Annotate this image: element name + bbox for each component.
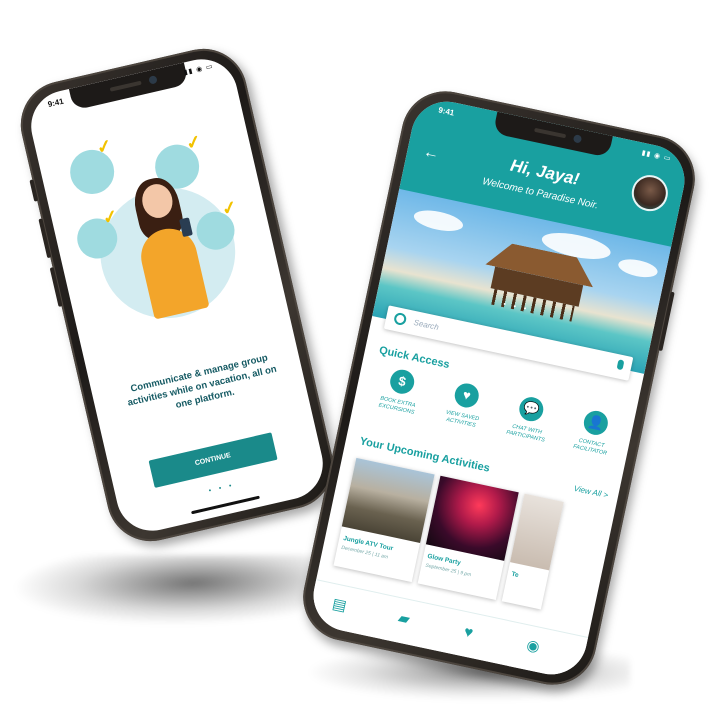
- microphone-icon[interactable]: [616, 359, 625, 371]
- left-phone-shadow: [0, 555, 327, 625]
- left-phone: 9:41 ▮▮ ◉ ▭ ✓ ✓ ✓ ✓ Communicate & manage…: [12, 40, 342, 550]
- status-time: 9:41: [46, 96, 65, 110]
- profile-icon[interactable]: ◉: [523, 637, 542, 656]
- chat-icon: 💬: [517, 394, 546, 424]
- notch: [68, 62, 189, 111]
- person-icon: 👤: [581, 408, 611, 438]
- quick-access-label: VIEW SAVED ACTIVITIES: [445, 409, 480, 429]
- quick-access-saved-activities[interactable]: ♥ VIEW SAVED ACTIVITIES: [432, 378, 498, 433]
- chat-icon[interactable]: ▰: [394, 609, 413, 629]
- dollar-icon: $: [387, 367, 417, 396]
- status-icons: ▮▮ ◉ ▭: [183, 63, 215, 77]
- checkmark-icon: ✓: [219, 196, 239, 220]
- quick-access-label: BOOK EXTRA EXCURSIONS: [377, 395, 416, 416]
- volume-down-button: [49, 267, 63, 307]
- volume-up-button: [38, 218, 52, 259]
- quick-access-chat[interactable]: 💬 CHAT WITH PARTICIPANTS: [496, 391, 562, 446]
- view-all-link[interactable]: View All >: [573, 484, 609, 500]
- home-screen: 9:41 ▮▮ ◉ ▭ ← Hi, Jaya! Welcome to Parad…: [306, 95, 692, 681]
- quick-access-contact-facilitator[interactable]: 👤 CONTACT FACILITATOR: [561, 405, 627, 460]
- activity-card[interactable]: Glow Party September 25 | 9 pm: [417, 475, 519, 600]
- quick-access-book-excursions[interactable]: $ BOOK EXTRA EXCURSIONS: [367, 364, 433, 419]
- mockup-scene: 9:41 ▮▮ ◉ ▭ ✓ ✓ ✓ ✓ Communicate & manage…: [0, 0, 710, 710]
- onboarding-screen: 9:41 ▮▮ ◉ ▭ ✓ ✓ ✓ ✓ Communicate & manage…: [24, 52, 330, 538]
- right-phone: 9:41 ▮▮ ◉ ▭ ← Hi, Jaya! Welcome to Parad…: [295, 83, 703, 693]
- activity-image: [425, 475, 519, 561]
- activity-image: [510, 493, 564, 571]
- search-placeholder: Search: [412, 317, 440, 333]
- heart-icon[interactable]: ♥: [459, 623, 478, 643]
- onboarding-tagline: Communicate & manage group activities wh…: [126, 352, 278, 411]
- quick-access-label: CHAT WITH PARTICIPANTS: [505, 423, 546, 444]
- search-icon: [393, 311, 408, 327]
- quick-access-row: $ BOOK EXTRA EXCURSIONS ♥ VIEW SAVED ACT…: [364, 364, 631, 477]
- activity-card[interactable]: Jungle ATV Tour December 25 | 11 am: [333, 457, 435, 583]
- power-button: [658, 291, 675, 352]
- activity-image: [341, 457, 435, 543]
- activity-title: Te: [510, 570, 520, 580]
- dashboard-icon[interactable]: ▤: [330, 595, 349, 615]
- heart-icon: ♥: [452, 381, 481, 410]
- mute-switch: [29, 179, 39, 202]
- checkmark-icon: ✓: [94, 135, 114, 158]
- checkmark-icon: ✓: [184, 130, 204, 154]
- home-indicator: [191, 495, 260, 515]
- onboarding-illustration: ✓ ✓ ✓ ✓: [58, 117, 269, 350]
- quick-access-label: CONTACT FACILITATOR: [572, 437, 608, 457]
